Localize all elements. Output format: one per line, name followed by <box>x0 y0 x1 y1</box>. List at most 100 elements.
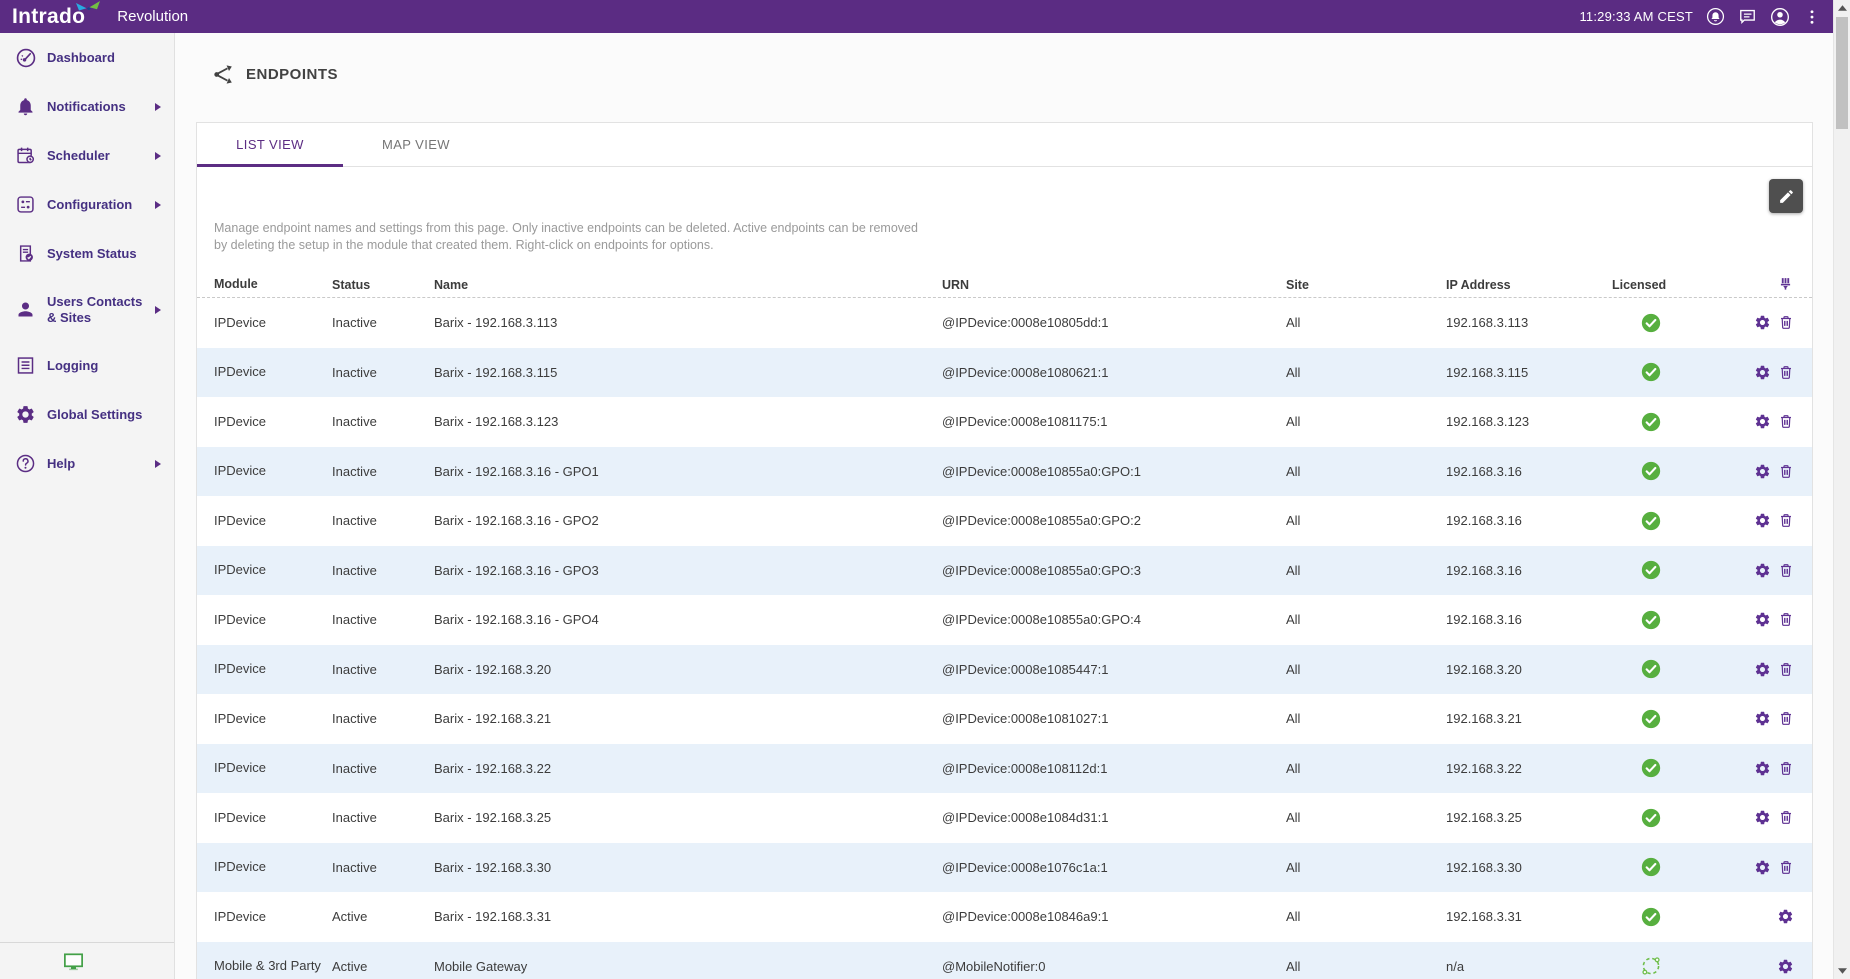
settings-icon[interactable] <box>1754 314 1771 331</box>
alarm-icon[interactable] <box>1706 7 1725 26</box>
delete-icon[interactable] <box>1778 859 1794 876</box>
table-row[interactable]: IPDeviceInactiveBarix - 192.168.3.22@IPD… <box>197 744 1812 794</box>
cell-module: IPDevice <box>214 364 332 380</box>
settings-icon[interactable] <box>1754 562 1771 579</box>
cell-urn: @IPDevice:0008e10855a0:GPO:3 <box>942 563 1286 578</box>
delete-icon[interactable] <box>1778 463 1794 480</box>
cell-site: All <box>1286 414 1446 429</box>
cell-status: Inactive <box>332 414 434 429</box>
licensed-check-icon <box>1640 708 1662 730</box>
table-row[interactable]: IPDeviceInactiveBarix - 192.168.3.16 - G… <box>197 546 1812 596</box>
delete-icon[interactable] <box>1778 809 1794 826</box>
cell-status: Active <box>332 959 434 974</box>
chat-icon[interactable] <box>1738 7 1757 26</box>
more-menu-icon[interactable] <box>1803 8 1821 26</box>
sidebar-item-label: Dashboard <box>47 50 129 66</box>
settings-icon[interactable] <box>1754 512 1771 529</box>
sidebar-item-help[interactable]: Help <box>0 439 174 488</box>
sidebar-item-configuration[interactable]: Configuration <box>0 180 174 229</box>
cell-ip-address: 192.168.3.113 <box>1446 315 1612 330</box>
table-row[interactable]: IPDeviceInactiveBarix - 192.168.3.21@IPD… <box>197 694 1812 744</box>
description-line-2: by deleting the setup in the module that… <box>214 237 1812 254</box>
col-site[interactable]: Site <box>1286 278 1446 292</box>
page-description: Manage endpoint names and settings from … <box>214 220 1812 254</box>
settings-icon[interactable] <box>1754 859 1771 876</box>
sidebar-item-label: System Status <box>47 246 151 262</box>
cell-site: All <box>1286 909 1446 924</box>
settings-icon[interactable] <box>1754 661 1771 678</box>
col-status[interactable]: Status <box>332 278 434 292</box>
table-row[interactable]: IPDeviceInactiveBarix - 192.168.3.16 - G… <box>197 595 1812 645</box>
delete-icon[interactable] <box>1778 364 1794 381</box>
cell-ip-address: 192.168.3.16 <box>1446 563 1612 578</box>
table-row[interactable]: IPDeviceInactiveBarix - 192.168.3.20@IPD… <box>197 645 1812 695</box>
sidebar-footer <box>0 942 174 979</box>
cell-urn: @IPDevice:0008e1084d31:1 <box>942 810 1286 825</box>
col-name[interactable]: Name <box>434 278 942 292</box>
table-row[interactable]: IPDeviceInactiveBarix - 192.168.3.30@IPD… <box>197 843 1812 893</box>
delete-icon[interactable] <box>1778 710 1794 727</box>
sidebar-item-notifications[interactable]: Notifications <box>0 82 174 131</box>
table-row[interactable]: IPDeviceInactiveBarix - 192.168.3.115@IP… <box>197 348 1812 398</box>
cell-site: All <box>1286 365 1446 380</box>
delete-icon[interactable] <box>1778 562 1794 579</box>
calendar-icon <box>15 145 37 167</box>
licensed-check-icon <box>1640 906 1662 928</box>
edit-button[interactable] <box>1769 179 1803 213</box>
sidebar-item-label: Notifications <box>47 99 140 115</box>
cell-urn: @IPDevice:0008e1076c1a:1 <box>942 860 1286 875</box>
settings-icon[interactable] <box>1754 611 1771 628</box>
sidebar-item-global-settings[interactable]: Global Settings <box>0 390 174 439</box>
table-row[interactable]: IPDeviceInactiveBarix - 192.168.3.16 - G… <box>197 496 1812 546</box>
main-content: ENDPOINTS LIST VIEW MAP VIEW Manage endp… <box>176 33 1833 979</box>
settings-icon[interactable] <box>1754 760 1771 777</box>
intrado-logo[interactable]: Intrado <box>12 2 85 32</box>
monitor-icon[interactable] <box>62 950 85 973</box>
col-ip-address[interactable]: IP Address <box>1446 278 1612 292</box>
cell-module: IPDevice <box>214 315 332 331</box>
chevron-right-icon <box>155 103 161 111</box>
account-icon[interactable] <box>1770 7 1790 27</box>
col-licensed[interactable]: Licensed <box>1612 278 1728 292</box>
licensed-check-icon <box>1640 510 1662 532</box>
cell-module: IPDevice <box>214 711 332 727</box>
tab-map-view[interactable]: MAP VIEW <box>343 123 489 166</box>
scroll-down-arrow[interactable] <box>1834 963 1850 979</box>
sidebar-item-users-contacts-sites[interactable]: Users Contacts & Sites <box>0 278 174 341</box>
table-row[interactable]: IPDeviceInactiveBarix - 192.168.3.113@IP… <box>197 298 1812 348</box>
col-module[interactable]: Module <box>214 277 332 293</box>
table-row[interactable]: IPDeviceInactiveBarix - 192.168.3.16 - G… <box>197 447 1812 497</box>
table-row[interactable]: Mobile & 3rd PartyActiveMobile Gateway@M… <box>197 942 1812 979</box>
table-row[interactable]: IPDeviceInactiveBarix - 192.168.3.123@IP… <box>197 397 1812 447</box>
vertical-scrollbar <box>1833 0 1850 979</box>
delete-icon[interactable] <box>1778 661 1794 678</box>
cell-urn: @IPDevice:0008e10846a9:1 <box>942 909 1286 924</box>
settings-icon[interactable] <box>1754 710 1771 727</box>
tab-list-view[interactable]: LIST VIEW <box>197 123 343 166</box>
delete-icon[interactable] <box>1778 512 1794 529</box>
sidebar-item-logging[interactable]: Logging <box>0 341 174 390</box>
filter-icon[interactable] <box>1777 276 1794 293</box>
table-row[interactable]: IPDeviceInactiveBarix - 192.168.3.25@IPD… <box>197 793 1812 843</box>
settings-icon[interactable] <box>1754 809 1771 826</box>
cell-ip-address: 192.168.3.16 <box>1446 513 1612 528</box>
settings-icon[interactable] <box>1754 364 1771 381</box>
cell-site: All <box>1286 662 1446 677</box>
delete-icon[interactable] <box>1778 611 1794 628</box>
sidebar: Dashboard Notifications SchedulerConfigura… <box>0 33 175 979</box>
scroll-up-arrow[interactable] <box>1834 0 1850 16</box>
settings-icon[interactable] <box>1754 463 1771 480</box>
settings-icon[interactable] <box>1777 908 1794 925</box>
cell-name: Mobile Gateway <box>434 959 942 974</box>
delete-icon[interactable] <box>1778 413 1794 430</box>
delete-icon[interactable] <box>1778 760 1794 777</box>
settings-icon[interactable] <box>1777 958 1794 975</box>
col-urn[interactable]: URN <box>942 278 1286 292</box>
delete-icon[interactable] <box>1778 314 1794 331</box>
sidebar-item-scheduler[interactable]: Scheduler <box>0 131 174 180</box>
table-row[interactable]: IPDeviceActiveBarix - 192.168.3.31@IPDev… <box>197 892 1812 942</box>
sidebar-item-system-status[interactable]: System Status <box>0 229 174 278</box>
scrollbar-thumb[interactable] <box>1836 17 1848 129</box>
settings-icon[interactable] <box>1754 413 1771 430</box>
sidebar-item-dashboard[interactable]: Dashboard <box>0 33 174 82</box>
